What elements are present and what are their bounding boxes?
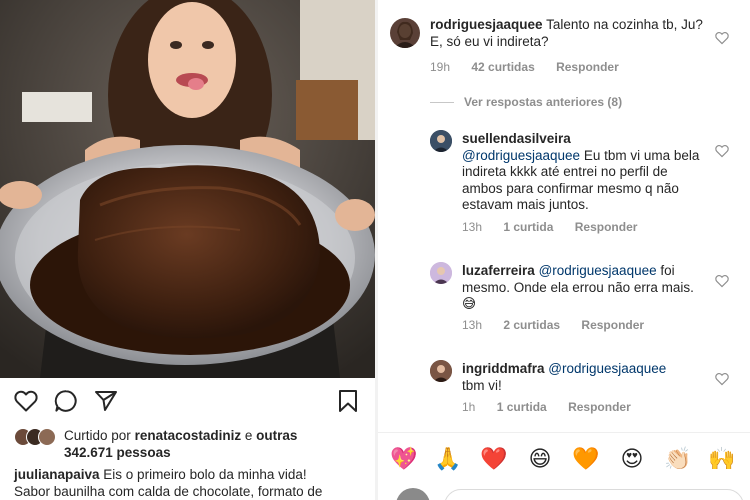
comment-bubble-icon[interactable]	[51, 386, 81, 416]
divider-line	[430, 101, 454, 103]
heart-outline-icon[interactable]	[715, 144, 729, 158]
avatar	[396, 488, 430, 500]
emoji-heart-eyes[interactable]: 😍	[618, 445, 646, 473]
heart-outline-icon[interactable]	[715, 372, 729, 386]
comment-mention[interactable]: @rodriguesjaaquee	[539, 263, 657, 278]
view-previous-label: Ver respostas anteriores (8)	[464, 95, 623, 109]
comment-text: luzaferreira @rodriguesjaaquee foi mesmo…	[462, 263, 702, 313]
avatar[interactable]	[430, 360, 452, 382]
comment-meta: 13h 1 curtida Responder	[462, 220, 655, 234]
emoji-sweat-smile: 😅	[462, 296, 477, 312]
likes-summary: Curtido por renatacostadiniz e outras 34…	[14, 426, 364, 460]
comment-input-row	[378, 486, 750, 500]
avatar[interactable]	[430, 262, 452, 284]
paper-plane-icon[interactable]	[91, 386, 121, 416]
comment-meta: 19h 42 curtidas Responder	[430, 60, 637, 74]
reply-button[interactable]: Responder	[581, 318, 644, 332]
emoji-orange-heart[interactable]: 🧡	[572, 445, 600, 473]
caption-line-2: Sabor baunilha com calda de chocolate, f…	[14, 484, 323, 499]
liker-avatars	[14, 428, 60, 446]
comment-likes[interactable]: 1 curtida	[497, 400, 547, 414]
comment-username[interactable]: luzaferreira	[462, 263, 535, 278]
comment-body: tbm vi!	[462, 377, 502, 393]
post-actions	[0, 384, 375, 418]
comment-likes[interactable]: 42 curtidas	[471, 60, 534, 74]
emoji-red-heart[interactable]: ❤️	[480, 445, 508, 473]
bookmark-icon[interactable]	[333, 386, 363, 416]
emoji-clapping-hands[interactable]: 👏🏻	[664, 445, 692, 473]
comment-likes[interactable]: 1 curtida	[503, 220, 553, 234]
comment-time[interactable]: 1h	[462, 400, 475, 414]
comment-input[interactable]	[444, 489, 744, 500]
view-previous-replies[interactable]: Ver respostas anteriores (8)	[430, 92, 622, 112]
likes-connector: e	[244, 428, 253, 443]
likes-others-link[interactable]: outras	[256, 428, 297, 443]
avatar[interactable]	[38, 428, 56, 446]
heart-outline-icon[interactable]	[715, 31, 729, 45]
emoji-raising-hands[interactable]: 🙌	[708, 445, 736, 473]
emoji-grinning-face[interactable]: 😄	[526, 445, 554, 473]
comment-text: suellendasilveira @rodriguesjaaquee Eu t…	[462, 131, 702, 214]
comment-meta: 13h 2 curtidas Responder	[462, 318, 662, 332]
comment-meta: 1h 1 curtida Responder	[462, 400, 649, 414]
comment-time[interactable]: 13h	[462, 318, 482, 332]
post-panel: Curtido por renatacostadiniz e outras 34…	[0, 0, 375, 500]
comment-username[interactable]: ingriddmafra	[462, 361, 545, 376]
heart-outline-icon[interactable]	[715, 274, 729, 288]
emoji-reaction-bar: 💖 🙏 ❤️ 😄 🧡 😍 👏🏻 🙌	[378, 432, 750, 486]
emoji-sparkling-heart[interactable]: 💖	[390, 445, 418, 473]
avatar[interactable]	[390, 18, 420, 48]
likes-text: Curtido por renatacostadiniz e outras 34…	[64, 427, 364, 461]
likes-prefix: Curtido por	[64, 428, 131, 443]
post-photo[interactable]	[0, 0, 375, 378]
emoji-folded-hands[interactable]: 🙏	[434, 445, 462, 473]
post-photo-illustration	[0, 0, 375, 378]
post-caption: juulianapaiva Eis o primeiro bolo da min…	[14, 466, 369, 500]
comment-mention[interactable]: @rodriguesjaaquee	[548, 361, 666, 376]
comment-mention[interactable]: @rodriguesjaaquee	[462, 148, 580, 163]
comment-text: ingriddmafra @rodriguesjaaquee tbm vi!	[462, 361, 702, 394]
comment-time[interactable]: 13h	[462, 220, 482, 234]
comment-text: rodriguesjaaquee Talento na cozinha tb, …	[430, 17, 715, 50]
comment-username[interactable]: suellendasilveira	[462, 131, 571, 146]
reply-button[interactable]: Responder	[556, 60, 619, 74]
comment-likes[interactable]: 2 curtidas	[503, 318, 560, 332]
avatar[interactable]	[430, 130, 452, 152]
comment-username[interactable]: rodriguesjaaquee	[430, 17, 543, 32]
heart-outline-icon[interactable]	[11, 386, 41, 416]
caption-line-1: Eis o primeiro bolo da minha vida!	[103, 467, 307, 482]
caption-username[interactable]: juulianapaiva	[14, 467, 100, 482]
comment-time[interactable]: 19h	[430, 60, 450, 74]
comments-panel: rodriguesjaaquee Talento na cozinha tb, …	[378, 0, 750, 500]
likes-count[interactable]: 342.671 pessoas	[64, 445, 171, 460]
liker-username[interactable]: renatacostadiniz	[135, 428, 242, 443]
reply-button[interactable]: Responder	[575, 220, 638, 234]
reply-button[interactable]: Responder	[568, 400, 631, 414]
